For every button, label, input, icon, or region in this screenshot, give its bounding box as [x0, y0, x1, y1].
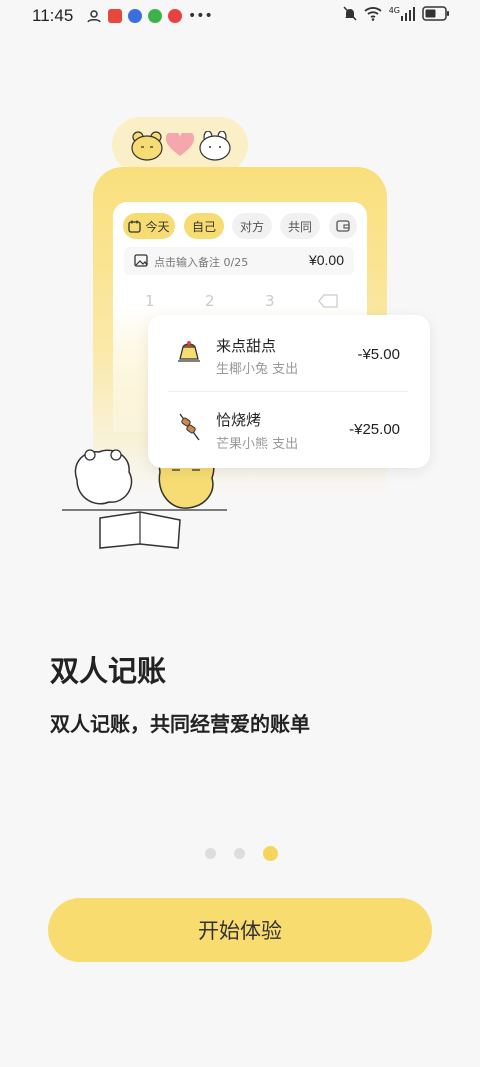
shop-app-icon [168, 9, 182, 23]
status-bar: 11:45 ••• 4G [0, 0, 480, 32]
page-dot-active [263, 846, 278, 861]
keypad-key-2: 2 [205, 292, 215, 310]
onboarding-subtitle: 双人记账，共同经营爱的账单 [50, 712, 310, 736]
mute-icon [343, 6, 357, 21]
tab-today: 今天 [123, 213, 175, 239]
tab-partner-label: 对方 [239, 219, 264, 234]
wechat-icon [148, 9, 162, 23]
transaction-subtitle: 生椰小兔 支出 [216, 362, 299, 377]
status-time: 11:45 [32, 6, 74, 25]
image-icon [134, 254, 148, 267]
transaction-card: 来点甜点 生椰小兔 支出 -¥5.00 恰烧烤 芒果小熊 支出 -¥25.00 [148, 315, 430, 468]
tab-shared: 共同 [280, 213, 320, 239]
keypad-key-1: 1 [145, 292, 155, 310]
wallet-chip [329, 213, 357, 239]
tab-shared-label: 共同 [287, 219, 312, 234]
notification-icons: ••• [86, 8, 213, 24]
battery-icon [422, 6, 449, 21]
pudding-icon [178, 341, 200, 362]
transaction-amount: -¥5.00 [357, 346, 400, 363]
app-notification-icon [108, 9, 122, 23]
page-dot [205, 848, 216, 859]
heart-icon [166, 133, 194, 156]
transaction-item: 恰烧烤 芒果小熊 支出 -¥25.00 [148, 392, 430, 468]
note-amount: ¥0.00 [308, 252, 344, 268]
status-right: 4G [343, 6, 450, 21]
transaction-title: 来点甜点 [216, 337, 277, 355]
keypad-key-3: 3 [265, 292, 275, 310]
transaction-subtitle: 芒果小熊 支出 [216, 437, 299, 452]
tab-self: 自己 [184, 213, 224, 239]
transaction-title: 恰烧烤 [216, 411, 262, 429]
onboarding-illustration: 今天 自己 对方 共同 点击输入备注 0/25 ¥0.00 1 2 3 来点甜点… [0, 100, 480, 560]
more-icon: ••• [188, 8, 213, 24]
note-placeholder: 点击输入备注 0/25 [154, 256, 249, 269]
note-row: 点击输入备注 0/25 ¥0.00 [124, 247, 354, 275]
backspace-icon [318, 294, 338, 308]
transaction-item: 来点甜点 生椰小兔 支出 -¥5.00 [148, 315, 430, 391]
wifi-icon [364, 6, 382, 21]
page-indicator [205, 846, 278, 861]
bear-face-icon [131, 131, 163, 161]
bunny-face-icon [199, 131, 231, 161]
skewer-icon [179, 413, 200, 441]
signal-icon [401, 6, 415, 21]
onboarding-title: 双人记账 [50, 654, 167, 688]
start-button[interactable]: 开始体验 [48, 898, 432, 962]
tab-partner: 对方 [232, 213, 272, 239]
no-disturb-icon [87, 10, 101, 23]
page-dot [234, 848, 245, 859]
wallet-icon [336, 220, 350, 232]
tab-self-label: 自己 [191, 219, 216, 234]
tab-today-label: 今天 [145, 219, 170, 234]
couple-bubble [112, 117, 248, 173]
calendar-icon [128, 220, 142, 233]
transaction-amount: -¥25.00 [349, 421, 400, 438]
music-app-icon [128, 9, 142, 23]
network-type: 4G [388, 6, 400, 15]
